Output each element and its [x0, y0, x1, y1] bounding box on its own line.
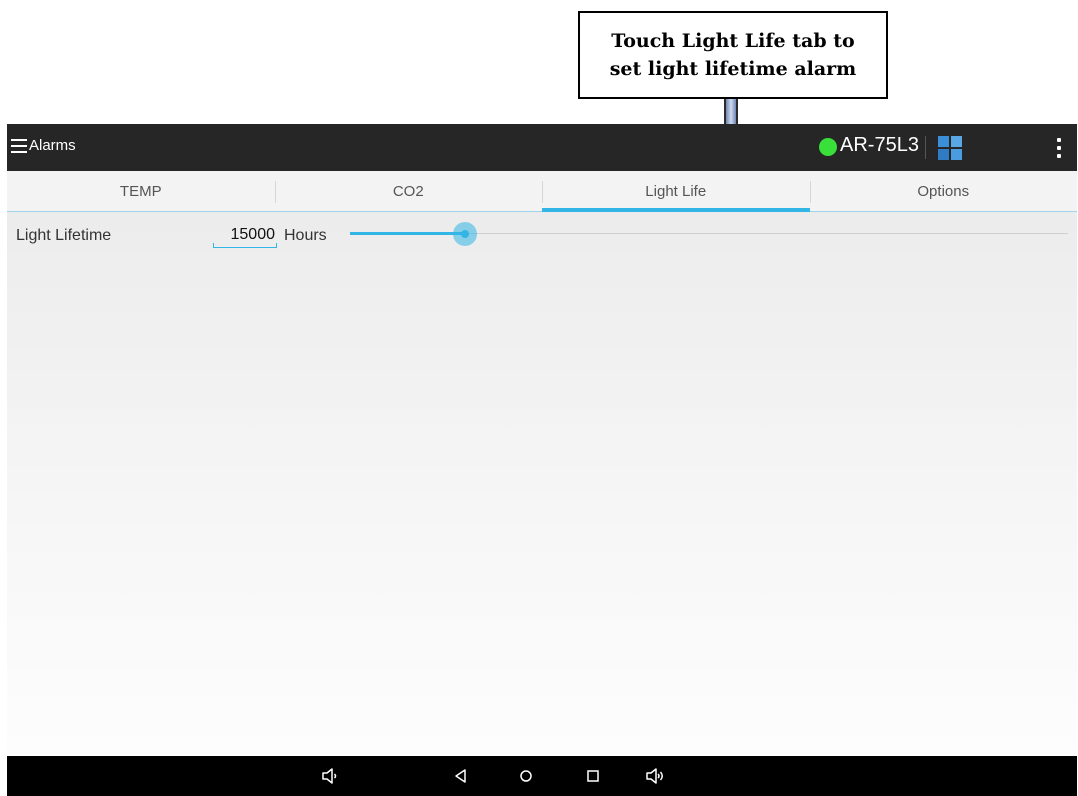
- device-name[interactable]: AR-75L3: [840, 134, 919, 157]
- home-icon[interactable]: [516, 766, 536, 786]
- system-nav-bar: [7, 756, 1077, 796]
- action-bar-divider: [925, 136, 926, 159]
- action-bar: Alarms AR-75L3: [7, 124, 1077, 171]
- instruction-callout: Touch Light Life tab to set light lifeti…: [578, 11, 888, 99]
- light-lifetime-slider[interactable]: [350, 222, 1068, 246]
- alarm-tabs: TEMP CO2 Light Life Options: [7, 171, 1077, 212]
- volume-up-icon[interactable]: [645, 766, 665, 786]
- tab-light-life[interactable]: Light Life: [542, 171, 810, 212]
- hamburger-menu-icon[interactable]: [11, 139, 27, 153]
- tab-options[interactable]: Options: [809, 171, 1078, 211]
- volume-down-icon[interactable]: [320, 766, 340, 786]
- recents-icon[interactable]: [583, 766, 603, 786]
- tab-co2[interactable]: CO2: [274, 171, 543, 211]
- page-title[interactable]: Alarms: [29, 137, 76, 154]
- grid-logo-icon[interactable]: [938, 136, 962, 160]
- back-icon[interactable]: [451, 766, 471, 786]
- slider-fill: [350, 232, 465, 235]
- light-lifetime-label: Light Lifetime: [16, 227, 112, 244]
- overflow-menu-icon[interactable]: [1056, 138, 1062, 158]
- light-lifetime-input[interactable]: 15000: [213, 224, 277, 248]
- slider-thumb[interactable]: [461, 230, 469, 238]
- callout-line-2: set light lifetime alarm: [609, 58, 857, 80]
- light-life-panel: Light Lifetime 15000 Hours: [7, 212, 1077, 755]
- callout-line-1: Touch Light Life tab to: [611, 30, 855, 52]
- tab-temp[interactable]: TEMP: [7, 171, 275, 211]
- light-lifetime-unit: Hours: [284, 227, 327, 244]
- connection-status-icon: [819, 138, 837, 156]
